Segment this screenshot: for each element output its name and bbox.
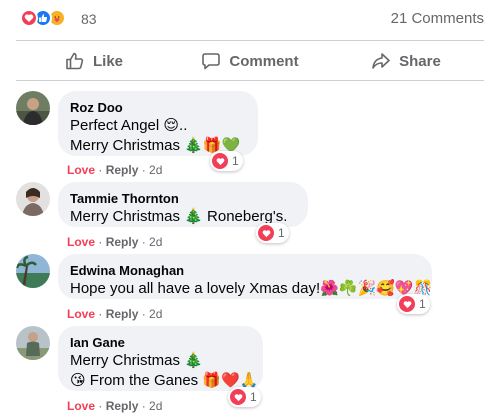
- love-link[interactable]: Love: [67, 399, 95, 413]
- reply-link[interactable]: Reply: [106, 399, 139, 413]
- comment-reaction-count: 1: [278, 226, 285, 240]
- timestamp[interactable]: 2d: [149, 163, 162, 177]
- reaction-icons[interactable]: [20, 9, 66, 27]
- comment-author[interactable]: Roz Doo: [70, 99, 246, 116]
- comment-author[interactable]: Ian Gane: [70, 334, 251, 351]
- reply-link[interactable]: Reply: [106, 163, 139, 177]
- comment-meta: Love · Reply · 2d: [67, 399, 163, 413]
- share-button[interactable]: Share: [328, 42, 484, 80]
- love-reaction-icon: [20, 9, 38, 27]
- comment-reaction-badge[interactable]: 1: [228, 387, 261, 407]
- thumbs-up-icon: [66, 52, 84, 70]
- comment-text: 😘 From the Ganes 🎁❤️🙏: [70, 372, 259, 389]
- like-label: Like: [92, 52, 123, 70]
- comment-text: Merry Christmas 🎄: [70, 352, 203, 369]
- share-arrow-icon: [372, 53, 390, 69]
- like-button[interactable]: Like: [16, 42, 172, 80]
- love-icon: [258, 225, 274, 241]
- comment-reaction-badge[interactable]: 1: [256, 223, 289, 243]
- share-label: Share: [399, 52, 441, 70]
- divider: [16, 40, 484, 41]
- love-link[interactable]: Love: [67, 235, 95, 249]
- avatar[interactable]: [16, 91, 50, 125]
- comment-bubble: Edwina Monaghan Hope you all have a love…: [58, 254, 432, 299]
- comment-bubble: Tammie Thornton Merry Christmas 🎄 Ronebe…: [58, 182, 308, 227]
- avatar[interactable]: [16, 182, 50, 216]
- comment-reaction-badge[interactable]: 1: [397, 294, 430, 314]
- avatar[interactable]: [16, 254, 50, 288]
- comment-reaction-count: 1: [250, 390, 257, 404]
- love-icon: [230, 389, 246, 405]
- comment-author[interactable]: Tammie Thornton: [70, 190, 296, 207]
- comment-author[interactable]: Edwina Monaghan: [70, 262, 420, 279]
- comment-bubble: Roz Doo Perfect Angel 😌.. Merry Christma…: [58, 91, 258, 156]
- comment-button[interactable]: Comment: [172, 42, 328, 80]
- reply-link[interactable]: Reply: [106, 235, 139, 249]
- action-bar: Like Comment Share: [16, 42, 484, 80]
- comment-reaction-badge[interactable]: 1: [210, 151, 243, 171]
- timestamp[interactable]: 2d: [149, 235, 162, 249]
- comment-text: Hope you all have a lovely Xmas day!🌺☘️🎉…: [70, 280, 433, 297]
- comment-meta: Love · Reply · 2d: [67, 235, 163, 249]
- love-icon: [399, 296, 415, 312]
- comment-bubble-icon: [202, 53, 221, 70]
- comment-reaction-count: 1: [232, 154, 239, 168]
- comment-text: Perfect Angel 😌..: [70, 117, 188, 134]
- comment-meta: Love · Reply · 2d: [67, 307, 163, 321]
- comments-count-link[interactable]: 21 Comments: [391, 10, 484, 27]
- comment-meta: Love · Reply · 2d: [67, 163, 163, 177]
- reply-link[interactable]: Reply: [106, 307, 139, 321]
- timestamp[interactable]: 2d: [149, 399, 162, 413]
- comment-reaction-count: 1: [419, 297, 426, 311]
- reaction-count[interactable]: 83: [81, 11, 97, 27]
- comment-bubble: Ian Gane Merry Christmas 🎄 😘 From the Ga…: [58, 326, 263, 391]
- love-link[interactable]: Love: [67, 307, 95, 321]
- divider: [16, 80, 484, 81]
- avatar[interactable]: [16, 326, 50, 360]
- comment-label: Comment: [229, 52, 299, 70]
- love-icon: [212, 153, 228, 169]
- love-link[interactable]: Love: [67, 163, 95, 177]
- timestamp[interactable]: 2d: [149, 307, 162, 321]
- reaction-summary: 83 21 Comments: [0, 0, 498, 40]
